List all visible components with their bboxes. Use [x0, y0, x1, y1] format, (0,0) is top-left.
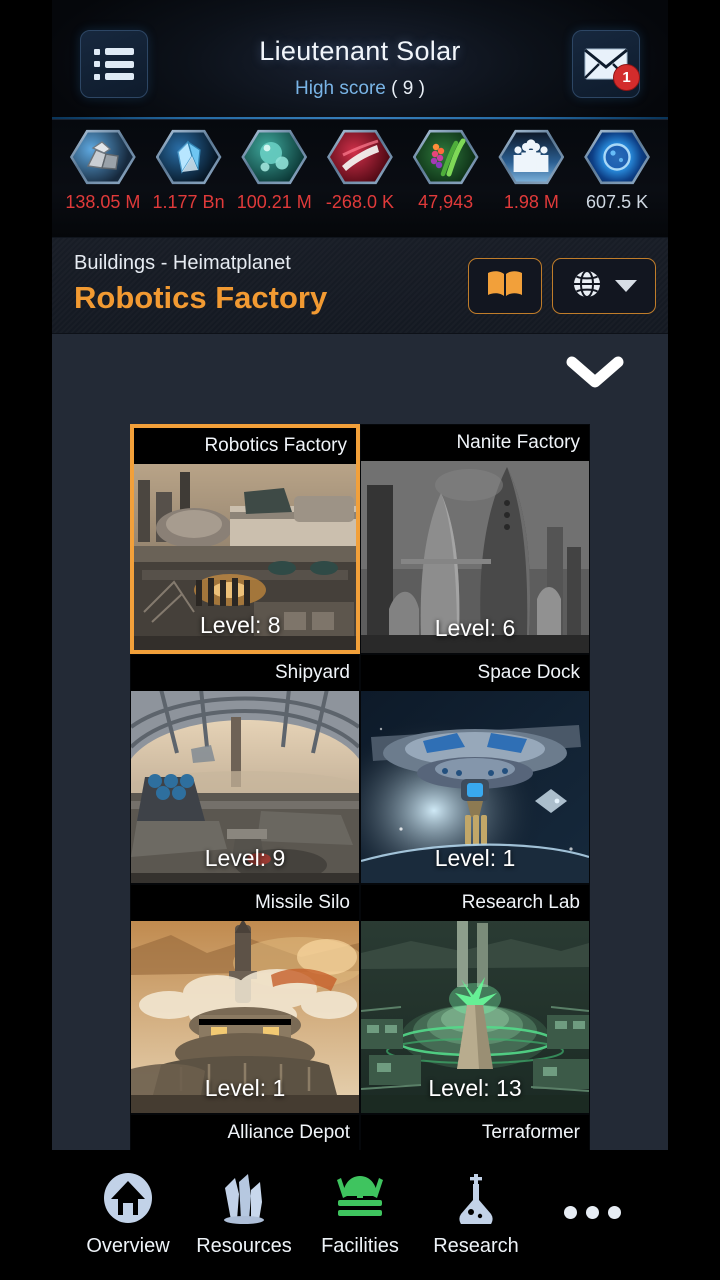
resource-metal[interactable]: 138.05 M	[64, 128, 142, 213]
chevron-down-icon[interactable]	[564, 350, 626, 394]
resource-food[interactable]: 47,943	[407, 128, 485, 213]
mail-badge: 1	[613, 64, 640, 91]
header-actions	[468, 258, 656, 314]
building-name: Research Lab	[361, 885, 589, 921]
more-dots-icon	[563, 1186, 621, 1238]
building-name: Robotics Factory	[134, 428, 356, 464]
building-tile-alliance-depot[interactable]: Alliance Depot	[130, 1114, 360, 1150]
home-icon	[101, 1172, 155, 1229]
nav-item-resources[interactable]: Resources	[190, 1172, 298, 1258]
nav-item-facilities[interactable]: Facilities	[306, 1172, 414, 1258]
content-area: Robotics Factory Level: 8 Nanite Factory…	[52, 334, 668, 1150]
manual-button[interactable]	[468, 258, 542, 314]
nav-item-more[interactable]	[538, 1186, 646, 1244]
building-name: Alliance Depot	[131, 1115, 359, 1150]
book-icon	[486, 269, 524, 304]
resource-bar: 138.05 M 1.177 Bn 100.21 M -268.0 K 47,9…	[52, 120, 668, 238]
crystals-icon	[217, 1172, 271, 1229]
building-name: Terraformer	[361, 1115, 589, 1150]
building-tile-research-lab[interactable]: Research Lab Level: 13	[360, 884, 590, 1114]
resource-deuterium[interactable]: 100.21 M	[235, 128, 313, 213]
building-level: Level: 1	[204, 1074, 286, 1101]
crystal-icon	[155, 129, 222, 185]
resource-value: 100.21 M	[236, 192, 312, 212]
building-tile-missile-silo[interactable]: Missile Silo Level: 1	[130, 884, 360, 1114]
resource-meat[interactable]: -268.0 K	[321, 128, 399, 213]
deuterium-icon	[241, 129, 308, 185]
caret-down-icon	[615, 280, 637, 292]
app-viewport: Lieutenant Solar High score ( 9 ) 1 138.…	[52, 0, 668, 1150]
bottom-navigation: Overview Resources Facilities Research	[52, 1150, 668, 1280]
page-title: Robotics Factory	[74, 280, 328, 315]
building-tile-shipyard[interactable]: Shipyard Level: 9	[130, 654, 360, 884]
building-tile-nanite-factory[interactable]: Nanite Factory Level: 6	[360, 424, 590, 654]
globe-icon	[571, 268, 603, 305]
nav-label: Overview	[86, 1235, 170, 1257]
resource-value: 138.05 M	[65, 192, 141, 212]
resource-population[interactable]: 1.98 M	[492, 128, 570, 213]
high-score-value: ( 9 )	[391, 78, 425, 99]
building-name: Shipyard	[131, 655, 359, 691]
breadcrumb: Buildings - Heimatplanet	[74, 252, 291, 274]
flask-icon	[449, 1172, 503, 1229]
resource-value: 607.5 K	[586, 192, 649, 212]
page-header: Buildings - Heimatplanet Robotics Factor…	[52, 238, 668, 334]
building-level: Level: 9	[204, 844, 286, 871]
nav-item-research[interactable]: Research	[422, 1172, 530, 1258]
resource-value: 1.98 M	[503, 192, 559, 212]
resource-value: -268.0 K	[325, 192, 394, 212]
buildings-grid: Robotics Factory Level: 8 Nanite Factory…	[130, 424, 590, 1150]
high-score-label: High score	[295, 78, 386, 99]
envelope-icon: 1	[584, 48, 640, 91]
energy-orb-icon	[584, 129, 651, 185]
plant-food-icon	[412, 129, 479, 185]
building-level: Level: 6	[434, 614, 516, 641]
game-screen: Lieutenant Solar High score ( 9 ) 1 138.…	[0, 0, 720, 1280]
resource-value: 47,943	[418, 192, 474, 212]
population-icon	[498, 129, 565, 185]
nav-item-overview[interactable]: Overview	[74, 1172, 182, 1258]
resource-energy[interactable]: 607.5 K	[578, 128, 656, 213]
nav-label: Facilities	[321, 1235, 399, 1257]
building-name: Missile Silo	[131, 885, 359, 921]
building-level: Level: 13	[428, 1074, 522, 1101]
nav-label: Resources	[196, 1235, 292, 1257]
dome-icon	[333, 1172, 387, 1229]
resource-value: 1.177 Bn	[152, 192, 225, 212]
nav-label: Research	[433, 1235, 519, 1257]
building-tile-space-dock[interactable]: Space Dock Level: 1	[360, 654, 590, 884]
player-header: Lieutenant Solar High score ( 9 ) 1	[52, 0, 668, 120]
mail-button[interactable]: 1	[572, 30, 640, 98]
building-name: Nanite Factory	[361, 425, 589, 461]
resource-crystal[interactable]: 1.177 Bn	[150, 128, 228, 213]
planet-selector-button[interactable]	[552, 258, 656, 314]
meat-icon	[326, 129, 393, 185]
metal-rocks-icon	[69, 129, 136, 185]
building-level: Level: 1	[434, 844, 516, 871]
building-tile-terraformer[interactable]: Terraformer	[360, 1114, 590, 1150]
building-level: Level: 8	[200, 611, 281, 638]
building-name: Space Dock	[361, 655, 589, 691]
building-tile-robotics-factory[interactable]: Robotics Factory Level: 8	[130, 424, 360, 654]
